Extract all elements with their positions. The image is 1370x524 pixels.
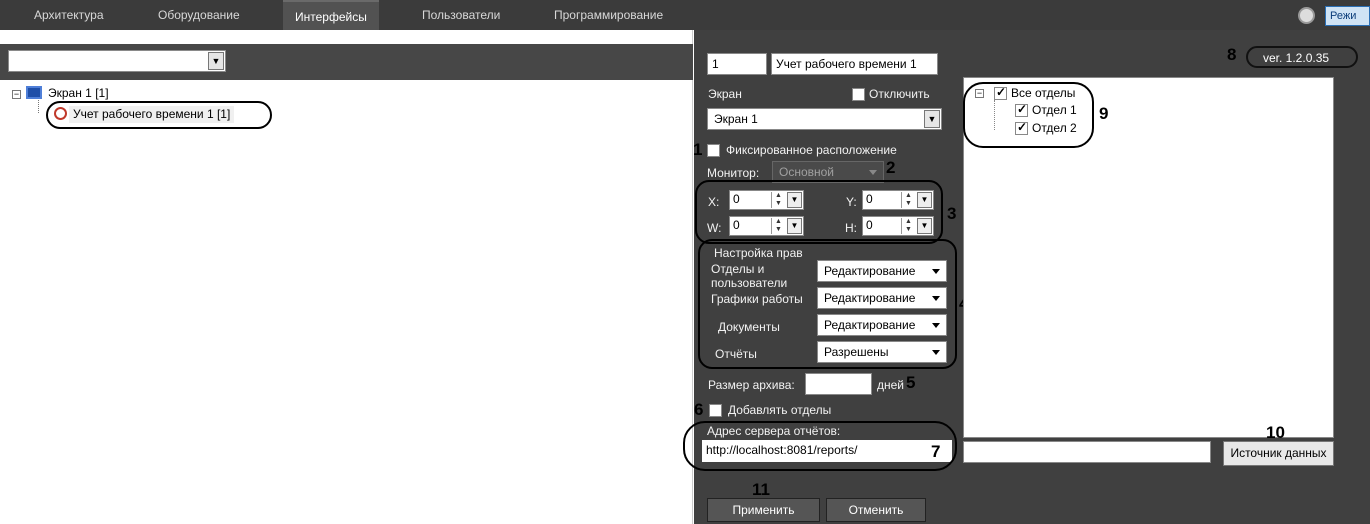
callout-5: 5 xyxy=(906,373,916,392)
callout-8: 8 xyxy=(1227,45,1237,64)
tab-equipment[interactable]: Оборудование xyxy=(146,0,252,30)
add-depts-label: Добавлять отделы xyxy=(728,403,832,417)
callout-10: 10 xyxy=(1266,423,1285,442)
chevron-down-icon: ▼ xyxy=(208,52,224,70)
chevron-down-icon: ▼ xyxy=(924,110,940,128)
callout-11: 11 xyxy=(752,480,770,499)
callout-6: 6 xyxy=(694,400,704,419)
screen-label: Экран xyxy=(708,87,742,101)
tab-programming[interactable]: Программирование xyxy=(542,0,675,30)
callout-ring xyxy=(1246,46,1358,68)
chevron-down-icon xyxy=(869,170,877,175)
fixed-position-label: Фиксированное расположение xyxy=(726,143,897,157)
callout-7: 7 xyxy=(931,442,941,461)
add-depts-checkbox[interactable] xyxy=(709,404,722,417)
tab-architecture[interactable]: Архитектура xyxy=(22,0,116,30)
disable-checkbox[interactable] xyxy=(852,88,865,101)
left-toolbar: ▼ xyxy=(0,44,693,80)
archive-size-field[interactable] xyxy=(805,373,872,395)
callout-ring xyxy=(683,421,957,471)
callout-ring xyxy=(46,101,272,129)
tab-interfaces[interactable]: Интерфейсы xyxy=(283,0,379,30)
screen-select[interactable]: Экран 1 ▼ xyxy=(707,108,942,130)
callout-2: 2 xyxy=(886,158,896,177)
tree-item-screen[interactable]: Экран 1 [1] xyxy=(48,86,109,100)
callout-ring xyxy=(963,82,1094,148)
monitor-icon xyxy=(26,86,42,99)
object-id-field[interactable]: 1 xyxy=(707,53,767,75)
datasource-button[interactable]: Источник данных xyxy=(1223,441,1334,466)
tree-line xyxy=(38,100,39,113)
screen-select-value: Экран 1 xyxy=(714,112,758,126)
archive-size-label: Размер архива: xyxy=(708,378,795,392)
tab-users[interactable]: Пользователи xyxy=(410,0,512,30)
callout-1: 1 xyxy=(693,140,703,159)
object-name-field[interactable]: Учет рабочего времени 1 xyxy=(771,53,938,75)
callout-3: 3 xyxy=(947,204,957,223)
settings-gear-icon[interactable] xyxy=(1298,7,1315,24)
cancel-button[interactable]: Отменить xyxy=(826,498,926,522)
callout-ring xyxy=(695,180,943,244)
tree-collapse-icon[interactable]: − xyxy=(12,90,21,99)
object-type-combo[interactable]: ▼ xyxy=(8,50,226,72)
apply-button[interactable]: Применить xyxy=(707,498,820,522)
days-label: дней xyxy=(877,378,905,392)
monitor-select-value: Основной xyxy=(779,165,835,179)
datasource-field[interactable] xyxy=(963,441,1211,463)
callout-ring xyxy=(698,239,957,369)
mode-button[interactable]: Режи xyxy=(1325,6,1370,26)
disable-label: Отключить xyxy=(869,87,930,101)
monitor-label: Монитор: xyxy=(707,166,760,180)
callout-9: 9 xyxy=(1099,104,1109,123)
top-menu-bar: Архитектура Оборудование Интерфейсы Поль… xyxy=(0,0,1370,30)
fixed-position-checkbox[interactable] xyxy=(707,144,720,157)
